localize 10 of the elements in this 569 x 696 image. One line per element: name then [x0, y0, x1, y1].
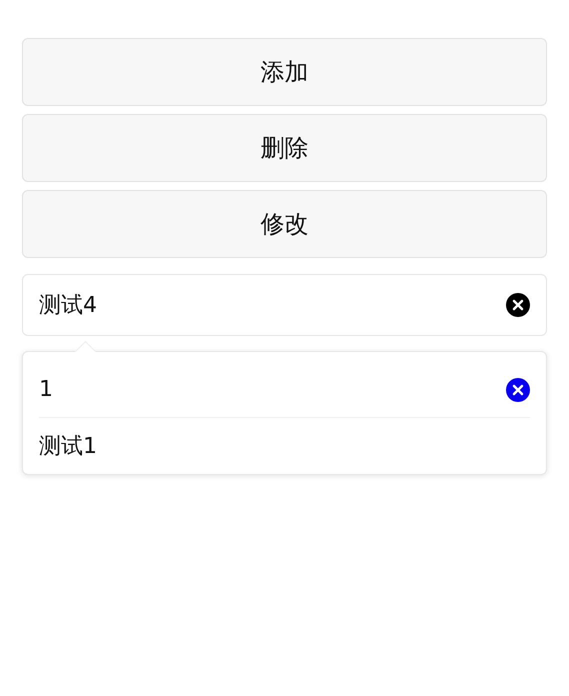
action-button[interactable]: 修改 [22, 190, 547, 258]
action-button[interactable]: 添加 [22, 38, 547, 106]
text-field[interactable]: 测试4 [22, 274, 547, 336]
suggestion-row[interactable]: 1 [39, 352, 530, 418]
clear-icon[interactable] [506, 293, 530, 317]
action-button[interactable]: 删除 [22, 114, 547, 182]
clear-icon[interactable] [506, 378, 530, 402]
suggestion-row[interactable]: 测试1 [39, 418, 530, 474]
suggestion-item[interactable]: 1 [39, 377, 53, 402]
suggestion-item[interactable]: 测试1 [39, 431, 97, 461]
